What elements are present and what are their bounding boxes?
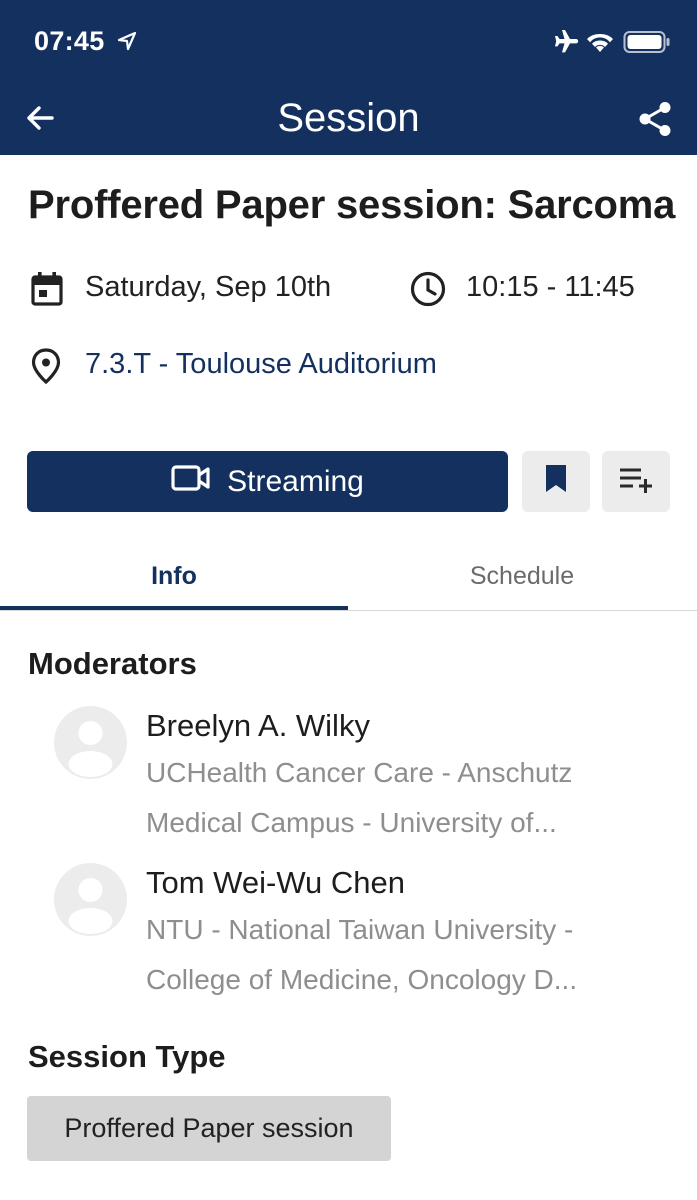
playlist-add-icon: [619, 465, 653, 498]
affiliation-line: College of Medicine, Oncology D...: [146, 964, 578, 995]
add-to-playlist-button[interactable]: [602, 451, 670, 512]
tab-divider: [0, 610, 697, 611]
share-icon[interactable]: [636, 100, 674, 143]
location-arrow-icon: [116, 30, 138, 57]
bookmark-button[interactable]: [522, 451, 590, 512]
person-icon: [54, 878, 127, 936]
affiliation-line: NTU - National Taiwan University -: [146, 914, 574, 945]
calendar-icon: [28, 270, 66, 313]
affiliation-line: Medical Campus - University of...: [146, 807, 557, 838]
bookmark-icon: [543, 464, 569, 499]
clock-icon: [409, 270, 447, 313]
moderator-name: Breelyn A. Wilky: [146, 708, 370, 743]
session-date: Saturday, Sep 10th: [85, 271, 332, 303]
tab-info[interactable]: Info: [0, 542, 348, 610]
wifi-icon: [585, 30, 615, 59]
avatar: [54, 863, 127, 936]
session-location-link[interactable]: 7.3.T - Toulouse Auditorium: [85, 348, 437, 381]
tab-schedule[interactable]: Schedule: [348, 542, 696, 610]
session-title: Proffered Paper session: Sarcoma: [28, 183, 676, 227]
status-time: 07:45: [34, 26, 105, 56]
avatar: [54, 706, 127, 779]
streaming-label: Streaming: [227, 464, 364, 498]
battery-icon: [623, 30, 671, 59]
session-type-chip: Proffered Paper session: [27, 1096, 391, 1161]
affiliation-line: UCHealth Cancer Care - Anschutz: [146, 757, 573, 788]
moderators-heading: Moderators: [28, 646, 197, 681]
moderator-affiliation: NTU - National Taiwan University - Colle…: [146, 905, 646, 1005]
moderator-name: Tom Wei-Wu Chen: [146, 865, 405, 900]
moderator-item[interactable]: Breelyn A. Wilky UCHealth Cancer Care - …: [0, 700, 697, 850]
person-icon: [54, 721, 127, 779]
video-camera-icon: [171, 464, 211, 500]
session-type-heading: Session Type: [28, 1039, 226, 1074]
session-time: 10:15 - 11:45: [466, 271, 635, 303]
moderator-affiliation: UCHealth Cancer Care - Anschutz Medical …: [146, 748, 646, 848]
moderator-item[interactable]: Tom Wei-Wu Chen NTU - National Taiwan Un…: [0, 857, 697, 1007]
streaming-button[interactable]: Streaming: [27, 451, 508, 512]
top-app-bar: 07:45 Session: [0, 0, 697, 155]
map-pin-icon: [30, 347, 62, 390]
page-title: Session: [277, 96, 420, 140]
airplane-icon: [548, 28, 580, 61]
